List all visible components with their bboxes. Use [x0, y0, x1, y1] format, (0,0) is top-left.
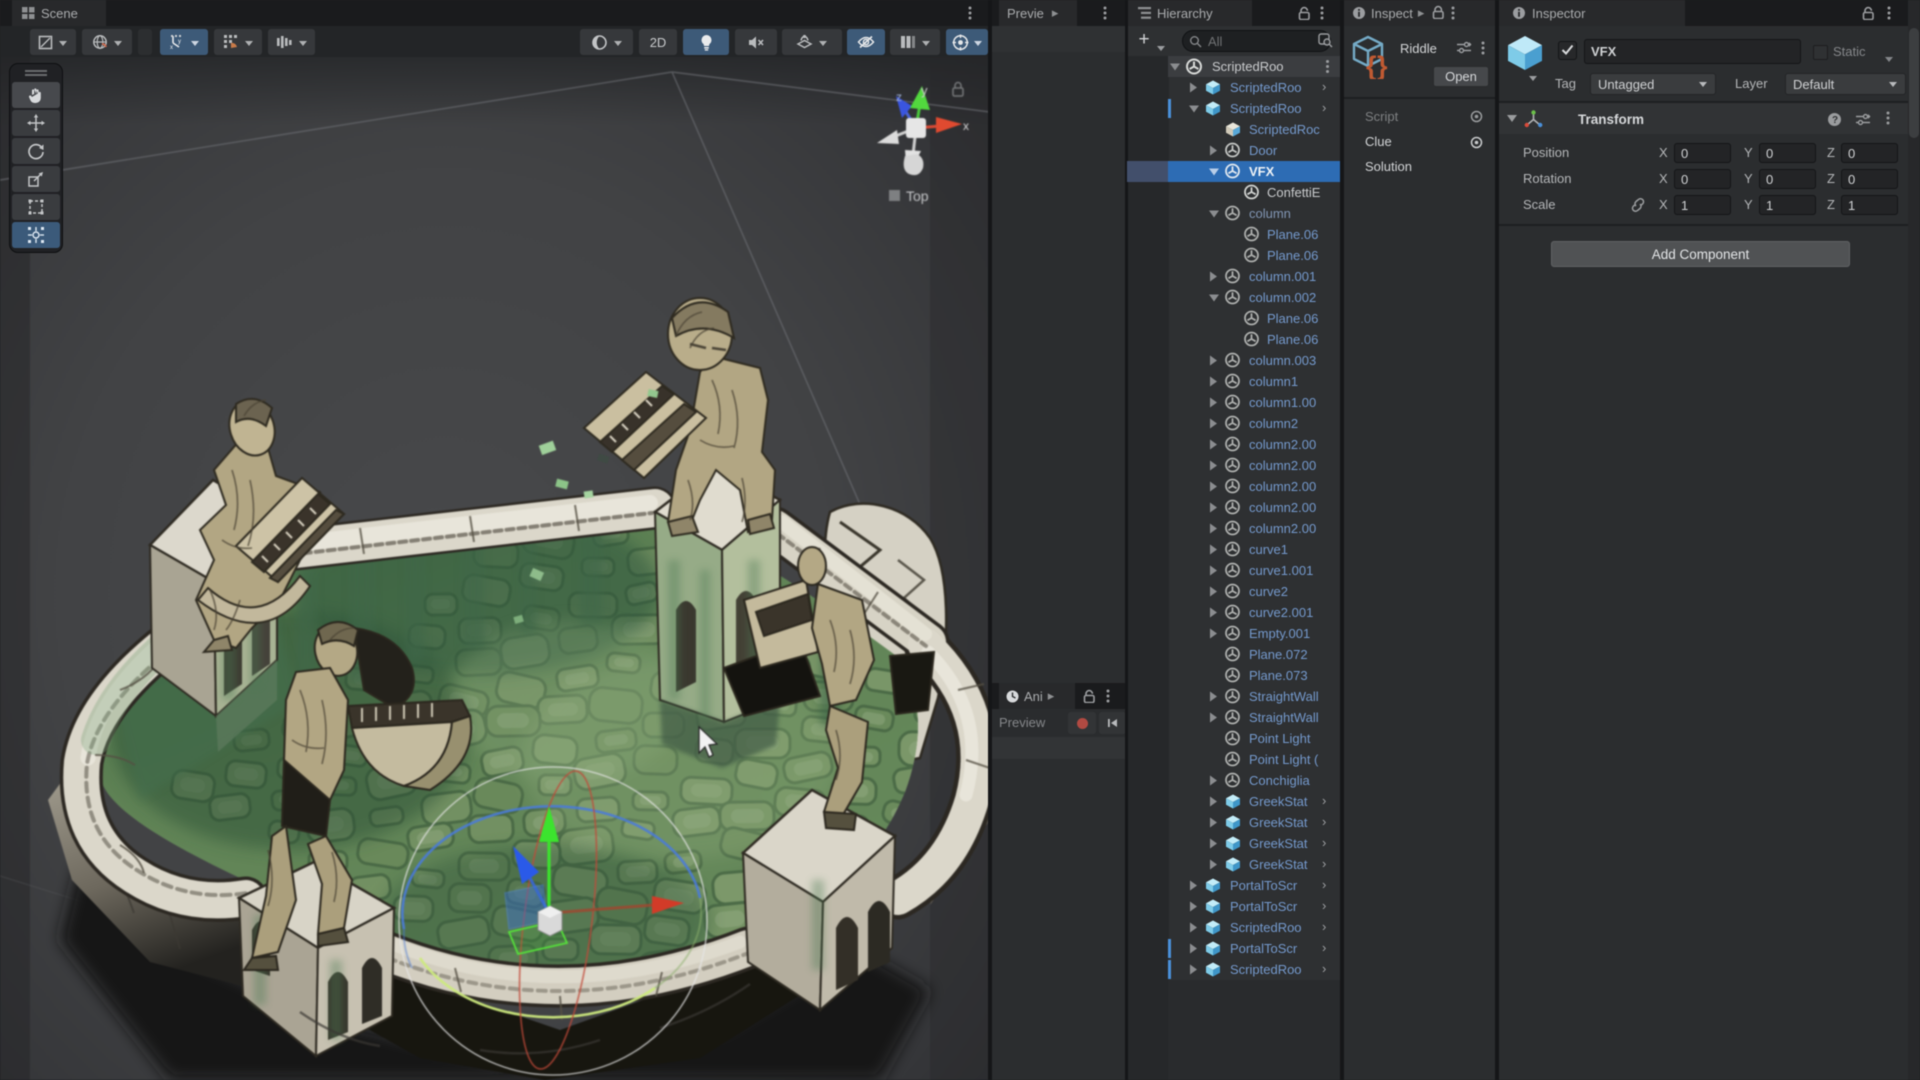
svg-text:y: y — [921, 83, 928, 98]
svg-text:x: x — [170, 45, 173, 50]
svg-text:{: { — [1366, 51, 1377, 79]
svg-text:}: } — [1377, 51, 1388, 79]
svg-text:y: y — [178, 39, 181, 45]
svg-text:x: x — [963, 119, 969, 133]
svg-text:z: z — [896, 90, 902, 104]
svg-text:Top: Top — [906, 188, 929, 204]
svg-text:?: ? — [1832, 115, 1838, 126]
